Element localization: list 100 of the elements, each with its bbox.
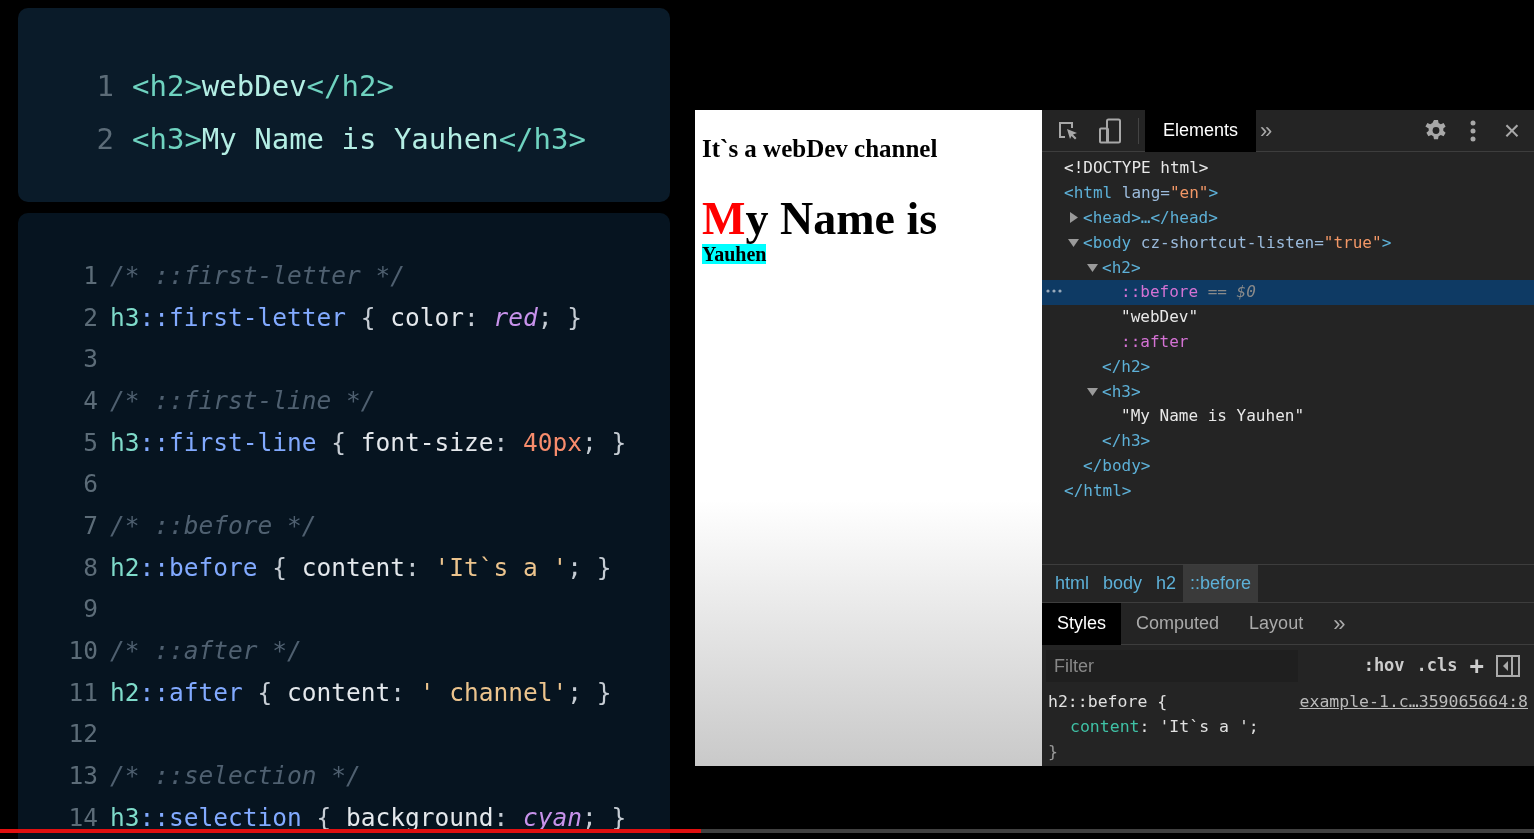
expanded-triangle-icon[interactable] xyxy=(1087,262,1098,274)
filter-field[interactable]: Filter xyxy=(1046,650,1298,682)
html-tag: > xyxy=(1381,230,1392,255)
first-line-text: y Name is xyxy=(745,192,938,244)
code-punctuation: : xyxy=(493,426,510,459)
line-number: 2 xyxy=(95,120,114,158)
line-number: 2 xyxy=(82,301,98,334)
hover-state-button[interactable]: :hov xyxy=(1363,653,1405,679)
code-property: content xyxy=(287,676,391,709)
page-heading: It`s a webDev channel xyxy=(702,134,939,164)
attribute-value: "en" xyxy=(1169,182,1209,205)
new-rule-button[interactable]: + xyxy=(1469,648,1484,684)
html-tag: </h2> xyxy=(1102,354,1151,379)
more-tabs-button[interactable]: » xyxy=(1318,602,1361,645)
line-number: 4 xyxy=(82,384,98,417)
code-comment: /* ::before */ xyxy=(110,509,317,542)
line-number: 5 xyxy=(82,426,98,459)
code-number: 40px xyxy=(523,426,583,459)
code-punctuation: : xyxy=(390,676,407,709)
rule-brace: } xyxy=(1048,742,1058,761)
line-number: 9 xyxy=(82,593,98,626)
code-property: content xyxy=(301,551,406,584)
ellipsis-icon[interactable] xyxy=(1046,289,1062,293)
class-button[interactable]: .cls xyxy=(1416,653,1458,679)
doctype-text: <!DOCTYPE html> xyxy=(1064,157,1209,180)
css-value: : 'It`s a '; xyxy=(1139,717,1259,736)
html-tag: </html> xyxy=(1064,478,1132,503)
close-button[interactable]: × xyxy=(1503,116,1520,145)
html-tag: <html xyxy=(1064,181,1113,206)
line-number: 1 xyxy=(95,67,114,105)
breadcrumb[interactable]: body xyxy=(1096,564,1150,603)
first-letter: M xyxy=(702,192,746,244)
line-number: 10 xyxy=(67,635,98,668)
code-selector: h2 xyxy=(110,676,140,709)
more-options-icon[interactable] xyxy=(1469,119,1476,142)
selected-text: Yauhen xyxy=(702,243,767,264)
line-number: 3 xyxy=(82,343,98,376)
line-number: 7 xyxy=(82,509,98,542)
code-text: My Name is Yauhen xyxy=(201,120,499,158)
code-tag: </h2> xyxy=(306,64,394,109)
html-tag: <h2> xyxy=(1102,255,1141,280)
code-punctuation: ; } xyxy=(582,426,627,459)
code-comment: /* ::selection */ xyxy=(110,760,361,793)
code-punctuation: ; } xyxy=(567,551,612,584)
code-tag: <h2> xyxy=(132,64,202,109)
code-punctuation: : xyxy=(493,801,510,834)
line-number: 14 xyxy=(67,801,98,834)
selected-hint: == $0 xyxy=(1206,281,1256,304)
code-pseudo: ::first-line xyxy=(139,426,317,459)
line-number: 8 xyxy=(82,551,98,584)
html-tag: > xyxy=(1208,181,1219,206)
line-number: 12 xyxy=(67,718,98,751)
line-number: 13 xyxy=(67,760,98,793)
code-pseudo: ::selection xyxy=(139,801,302,834)
breadcrumb[interactable]: ::before xyxy=(1183,564,1259,603)
css-property: content xyxy=(1070,717,1140,736)
code-comment: /* ::first-line */ xyxy=(110,384,376,417)
device-toolbar-icon[interactable] xyxy=(1098,117,1124,144)
code-punctuation: : xyxy=(464,301,480,334)
code-tag: <h3> xyxy=(132,117,202,162)
pane-tab[interactable]: Styles xyxy=(1042,602,1122,645)
code-pseudo: ::before xyxy=(139,551,258,584)
sidebar-toggle-icon[interactable] xyxy=(1496,655,1520,677)
code-punctuation: { xyxy=(359,301,377,334)
code-keyword: cyan xyxy=(523,801,583,834)
code-property: background xyxy=(346,801,494,834)
code-selector: h2 xyxy=(110,551,140,584)
selected-row[interactable]: ::before == $0 xyxy=(1042,280,1534,305)
source-link[interactable]: example-1.c…359065664:8 xyxy=(1299,689,1528,714)
node-text: "My Name is Yauhen" xyxy=(1121,405,1305,428)
node-text: "webDev" xyxy=(1121,306,1199,329)
code-punctuation: { xyxy=(330,426,348,459)
code-keyword: red xyxy=(493,301,538,334)
code-punctuation: ; } xyxy=(567,676,612,709)
rule-selector: h2::before { xyxy=(1048,691,1168,713)
code-selector: h3 xyxy=(110,426,140,459)
html-tag: <body xyxy=(1083,230,1132,255)
collapsed-triangle-icon[interactable] xyxy=(1068,212,1079,224)
code-property: color xyxy=(390,301,465,334)
html-tag: <head>…</head> xyxy=(1083,206,1218,230)
html-tag: </body> xyxy=(1083,453,1151,478)
expanded-triangle-icon[interactable] xyxy=(1087,386,1098,398)
html-tag: </h3> xyxy=(1102,429,1151,454)
pane-tab[interactable]: Layout xyxy=(1234,602,1319,645)
more-tabs-button[interactable]: » xyxy=(1260,114,1273,147)
code-comment: /* ::first-letter */ xyxy=(110,259,405,292)
code-tag: </h3> xyxy=(498,117,586,162)
attribute-value: "true" xyxy=(1323,231,1382,254)
code-pseudo: ::first-letter xyxy=(139,301,347,334)
code-punctuation: ; } xyxy=(537,301,583,334)
expanded-triangle-icon[interactable] xyxy=(1068,237,1079,249)
line-number: 6 xyxy=(82,468,98,501)
breadcrumb[interactable]: html xyxy=(1048,564,1096,603)
attribute-name: cz-shortcut-listen= xyxy=(1139,231,1324,254)
breadcrumb[interactable]: h2 xyxy=(1149,564,1184,603)
html-tag: <h3> xyxy=(1102,379,1141,404)
pane-tab[interactable]: Computed xyxy=(1121,602,1235,645)
code-punctuation: : xyxy=(405,551,421,584)
panel-tab[interactable]: Elements xyxy=(1145,109,1257,152)
code-punctuation: { xyxy=(256,676,274,709)
